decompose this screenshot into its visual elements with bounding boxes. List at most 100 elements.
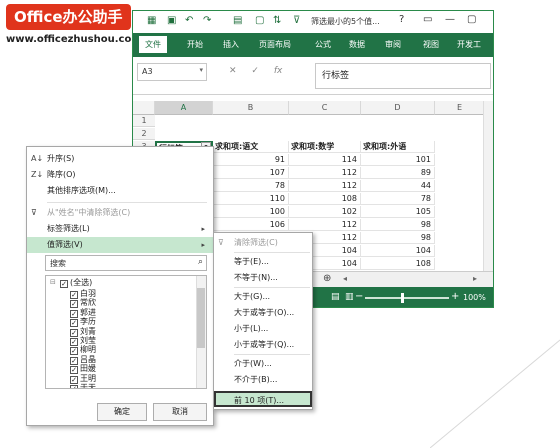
table-cell[interactable]: 108 bbox=[361, 258, 435, 270]
name-box-value: A3 bbox=[142, 67, 153, 76]
tab-home[interactable]: 开始 bbox=[187, 39, 203, 50]
table-header-cell[interactable]: 求和项:数学 bbox=[289, 141, 361, 153]
zoom-slider[interactable] bbox=[365, 297, 449, 299]
page-layout-view-icon[interactable]: ▤ bbox=[331, 292, 340, 302]
row-header[interactable]: 2 bbox=[133, 128, 155, 140]
scrollbar-thumb[interactable] bbox=[197, 288, 205, 348]
column-header[interactable]: D bbox=[361, 101, 435, 115]
menu-separator bbox=[234, 287, 310, 288]
label-filter[interactable]: 标签筛选(L) ▸ bbox=[27, 221, 213, 237]
more-sort-options[interactable]: 其他排序选项(M)... bbox=[27, 183, 213, 199]
add-sheet-icon[interactable]: ⊕ bbox=[323, 273, 331, 284]
sort-descending[interactable]: Z↓ 降序(O) bbox=[27, 167, 213, 183]
filter-greater-or-equal[interactable]: 大于或等于(O)... bbox=[214, 305, 312, 321]
scroll-right-icon[interactable]: ▸ bbox=[473, 274, 477, 283]
table-cell[interactable]: 89 bbox=[361, 167, 435, 179]
checkbox-item[interactable]: ✓ 于天 bbox=[70, 382, 96, 388]
site-logo: Office办公助手 bbox=[6, 4, 131, 30]
value-filter[interactable]: 值筛选(V) ▸ bbox=[27, 237, 213, 253]
zoom-out-button[interactable]: − bbox=[355, 291, 363, 302]
filter-greater-than[interactable]: 大于(G)... bbox=[214, 289, 312, 305]
table-cell[interactable]: 104 bbox=[361, 245, 435, 257]
tab-data[interactable]: 数据 bbox=[349, 39, 365, 50]
cancel-button[interactable]: 取消 bbox=[153, 403, 207, 421]
customize-icon[interactable]: ⊽ bbox=[293, 15, 300, 26]
table-cell[interactable]: 105 bbox=[361, 206, 435, 218]
table-cell[interactable]: 100 bbox=[213, 206, 289, 218]
page-break-view-icon[interactable]: ▥ bbox=[345, 292, 354, 302]
table-cell[interactable]: 102 bbox=[289, 206, 361, 218]
filter-less-than[interactable]: 小于(L)... bbox=[214, 321, 312, 337]
sort-ascending[interactable]: A↓ 升序(S) bbox=[27, 151, 213, 167]
confirm-formula-icon[interactable]: ✓ bbox=[251, 66, 259, 76]
cancel-formula-icon[interactable]: ✕ bbox=[229, 66, 237, 76]
filter-top-10[interactable]: 前 10 项(T)... bbox=[214, 391, 312, 407]
table-cell[interactable]: 106 bbox=[213, 219, 289, 231]
tab-insert[interactable]: 插入 bbox=[223, 39, 239, 50]
undo-icon[interactable]: ↶ bbox=[185, 15, 193, 26]
checkbox[interactable]: ✓ bbox=[70, 385, 78, 388]
name-box[interactable]: A3 ▾ bbox=[137, 63, 207, 81]
scroll-left-icon[interactable]: ◂ bbox=[343, 274, 347, 283]
table-cell[interactable]: 112 bbox=[289, 180, 361, 192]
tab-formulas[interactable]: 公式 bbox=[315, 39, 331, 50]
redo-icon[interactable]: ↷ bbox=[203, 15, 211, 26]
tab-page-layout[interactable]: 页面布局 bbox=[259, 39, 291, 50]
table-cell[interactable]: 108 bbox=[289, 193, 361, 205]
select-all-corner[interactable] bbox=[133, 101, 155, 115]
table-cell[interactable]: 78 bbox=[213, 180, 289, 192]
row-header[interactable]: 1 bbox=[133, 115, 155, 127]
insert-function-icon[interactable]: fx bbox=[274, 66, 283, 76]
table-cell[interactable]: 98 bbox=[361, 219, 435, 231]
value-filter-submenu: ⊽ 清除筛选(C) 等于(E)... 不等于(N)... 大于(G)... 大于或… bbox=[213, 232, 313, 410]
label-filter-label: 标签筛选(L) bbox=[47, 224, 90, 233]
table-cell[interactable]: 44 bbox=[361, 180, 435, 192]
checkbox[interactable]: ✓ bbox=[60, 280, 68, 288]
zoom-level[interactable]: 100% bbox=[463, 293, 486, 302]
zoom-slider-handle[interactable] bbox=[401, 293, 404, 303]
filter-not-equals[interactable]: 不等于(N)... bbox=[214, 270, 312, 286]
ok-button[interactable]: 确定 bbox=[97, 403, 147, 421]
sort-icon[interactable]: ⇅ bbox=[273, 15, 281, 26]
table-cell[interactable]: 98 bbox=[361, 232, 435, 244]
table-cell[interactable]: 101 bbox=[361, 154, 435, 166]
quick-access-icon[interactable]: ▤ bbox=[233, 15, 242, 26]
search-input[interactable]: 搜索 ⌕ bbox=[45, 255, 207, 271]
table-cell[interactable]: 112 bbox=[289, 219, 361, 231]
tab-file[interactable]: 文件 bbox=[139, 36, 167, 53]
column-header[interactable]: C bbox=[289, 101, 361, 115]
table-header-cell[interactable]: 求和项:语文 bbox=[213, 141, 289, 153]
clear-filter[interactable]: ⊽ 从"姓名"中清除筛选(C) bbox=[27, 205, 213, 221]
table-cell[interactable]: 107 bbox=[213, 167, 289, 179]
table-cell[interactable]: 110 bbox=[213, 193, 289, 205]
filter-less-or-equal[interactable]: 小于或等于(Q)... bbox=[214, 337, 312, 353]
filter-not-between[interactable]: 不介于(B)... bbox=[214, 372, 312, 388]
checkbox-item-select-all[interactable]: ⊟ ✓ (全选) bbox=[50, 277, 92, 288]
tab-developer[interactable]: 开发工 bbox=[457, 39, 481, 50]
table-cell[interactable]: 91 bbox=[213, 154, 289, 166]
chevron-down-icon[interactable]: ▾ bbox=[199, 66, 203, 74]
help-button[interactable]: ? bbox=[399, 14, 404, 25]
column-header[interactable]: E bbox=[435, 101, 485, 115]
zoom-in-button[interactable]: + bbox=[451, 291, 459, 302]
formula-input[interactable]: 行标签 bbox=[315, 63, 491, 89]
ribbon-display-button[interactable]: ▭ bbox=[423, 14, 432, 25]
table-cell[interactable]: 78 bbox=[361, 193, 435, 205]
filter-between[interactable]: 介于(W)... bbox=[214, 356, 312, 372]
vertical-scrollbar[interactable] bbox=[483, 101, 493, 281]
table-cell[interactable]: 114 bbox=[289, 154, 361, 166]
ribbon-tabs: 文件 开始 插入 页面布局 公式 数据 审阅 视图 开发工 bbox=[133, 33, 493, 57]
filter-equals[interactable]: 等于(E)... bbox=[214, 254, 312, 270]
save-icon[interactable]: ▣ bbox=[167, 15, 176, 26]
tab-view[interactable]: 视图 bbox=[423, 39, 439, 50]
print-preview-icon[interactable]: ▢ bbox=[255, 15, 264, 26]
checklist-scrollbar[interactable] bbox=[196, 276, 206, 388]
minimize-button[interactable]: — bbox=[445, 14, 455, 25]
tab-review[interactable]: 审阅 bbox=[385, 39, 401, 50]
table-header-cell[interactable]: 求和项:外语 bbox=[361, 141, 435, 153]
table-cell[interactable]: 112 bbox=[289, 167, 361, 179]
column-header[interactable]: A bbox=[155, 101, 213, 115]
clear-value-filter[interactable]: ⊽ 清除筛选(C) bbox=[214, 235, 312, 251]
column-header[interactable]: B bbox=[213, 101, 289, 115]
maximize-button[interactable]: ▢ bbox=[467, 14, 476, 25]
